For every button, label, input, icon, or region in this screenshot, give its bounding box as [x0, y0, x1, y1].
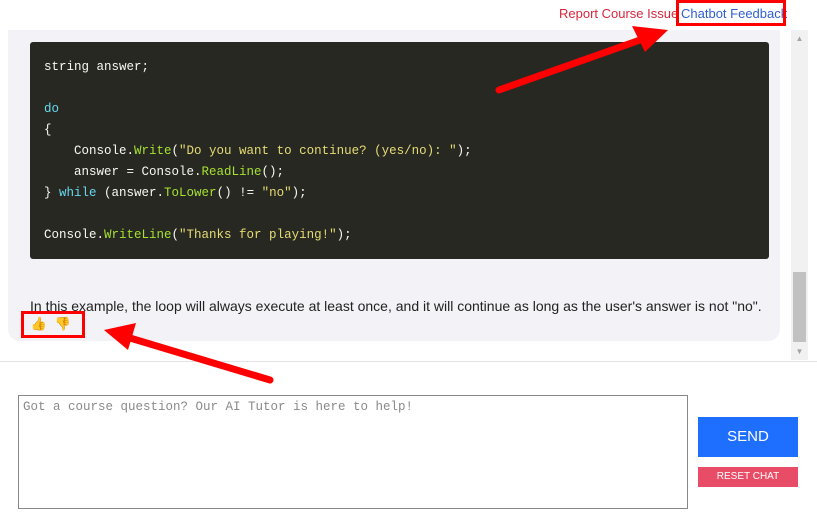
code-line-2: do — [44, 102, 60, 116]
feedback-highlight-box — [676, 0, 786, 26]
reset-chat-button[interactable]: RESET CHAT — [698, 467, 798, 487]
explanation-text: In this example, the loop will always ex… — [30, 298, 762, 314]
chat-scrollbar[interactable]: ▲ ▼ — [791, 30, 808, 360]
question-input[interactable] — [18, 395, 688, 509]
send-button[interactable]: SEND — [698, 417, 798, 457]
scroll-thumb[interactable] — [793, 272, 806, 342]
code-line-7: Console.WriteLine("Thanks for playing!")… — [44, 228, 352, 242]
assistant-message: string answer; do { Console.Write("Do yo… — [8, 30, 780, 341]
code-line-6: } while (answer.ToLower() != "no"); — [44, 186, 307, 200]
code-line-5: answer = Console.ReadLine(); — [44, 165, 285, 179]
chat-area: string answer; do { Console.Write("Do yo… — [8, 30, 791, 360]
code-line-1: string answer; — [44, 60, 150, 74]
divider — [0, 361, 817, 362]
code-block: string answer; do { Console.Write("Do yo… — [30, 42, 769, 259]
scroll-up-arrow-icon[interactable]: ▲ — [791, 30, 808, 47]
code-line-4: Console.Write("Do you want to continue? … — [44, 144, 472, 158]
report-course-issue-link[interactable]: Report Course Issue — [559, 6, 678, 21]
thumbs-highlight-box — [21, 311, 85, 338]
code-line-3: { — [44, 123, 52, 137]
scroll-down-arrow-icon[interactable]: ▼ — [791, 343, 808, 360]
